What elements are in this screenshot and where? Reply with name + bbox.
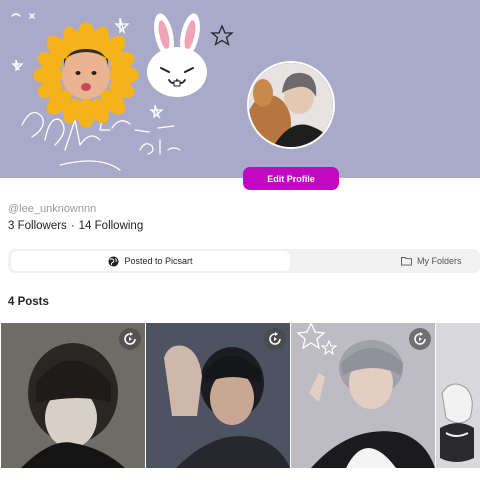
post-tile[interactable]	[291, 323, 435, 468]
post-tile[interactable]	[436, 323, 480, 468]
username: @lee_unknownnn	[8, 203, 97, 215]
cover-artwork	[11, 13, 234, 171]
remix-icon[interactable]	[409, 328, 431, 350]
following-count[interactable]: 14 Following	[79, 220, 144, 232]
tab-my-folders[interactable]: My Folders	[401, 251, 462, 271]
remix-icon[interactable]	[119, 328, 141, 350]
edit-profile-button[interactable]: Edit Profile	[243, 167, 339, 190]
post-tile[interactable]	[1, 323, 145, 468]
followers-count[interactable]: 3 Followers	[8, 220, 67, 232]
posts-count: 4 Posts	[8, 296, 49, 308]
profile-tabs: Posted to Picsart My Folders	[8, 249, 480, 273]
post-tile[interactable]	[146, 323, 290, 468]
post-image	[436, 323, 480, 468]
folder-icon	[401, 257, 412, 266]
picsart-globe-icon	[108, 255, 120, 267]
profile-avatar[interactable]	[247, 61, 335, 149]
posts-grid	[0, 323, 480, 468]
tab-posted-to-picsart[interactable]: Posted to Picsart	[11, 251, 290, 271]
stats-separator: ·	[70, 220, 75, 232]
cover-banner	[0, 0, 480, 178]
tab-posted-label: Posted to Picsart	[124, 256, 193, 266]
avatar-photo	[249, 63, 333, 147]
remix-icon[interactable]	[264, 328, 286, 350]
profile-stats: 3 Followers · 14 Following	[8, 220, 143, 232]
tab-folders-label: My Folders	[417, 256, 462, 266]
